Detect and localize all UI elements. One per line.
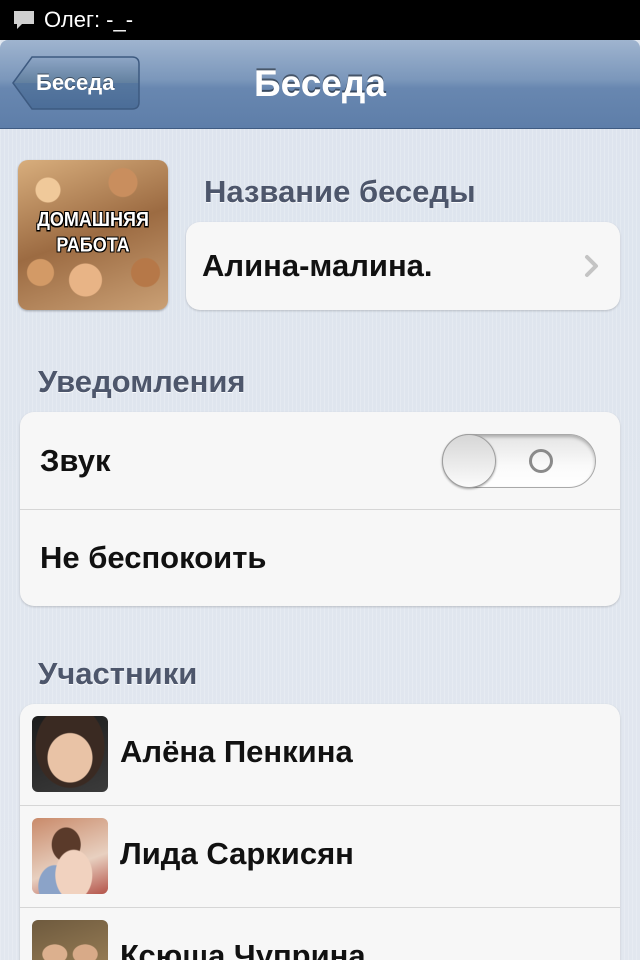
- page-title: Беседа: [254, 63, 386, 104]
- member-avatar: [32, 818, 108, 894]
- chevron-right-icon: [584, 254, 600, 283]
- member-avatar: [32, 920, 108, 960]
- member-name: Алёна Пенкина: [120, 734, 353, 769]
- member-row[interactable]: Лида Саркисян: [20, 806, 620, 908]
- sound-label: Звук: [40, 442, 111, 478]
- toggle-knob: [442, 434, 496, 488]
- member-row[interactable]: Ксюша Чуприна: [20, 908, 620, 960]
- status-notification-text: Олег: -_-: [44, 7, 134, 32]
- sound-row: Звук: [20, 412, 620, 510]
- toggle-off-indicator-icon: [529, 449, 553, 473]
- sound-toggle[interactable]: [442, 434, 596, 488]
- chat-name-value: Алина-малина.: [202, 248, 433, 283]
- member-name: Ксюша Чуприна: [120, 938, 366, 960]
- chat-avatar-caption: ДОМАШНЯЯ РАБОТА: [37, 207, 149, 257]
- do-not-disturb-row[interactable]: Не беспокоить: [20, 510, 620, 606]
- member-row[interactable]: Алёна Пенкина: [20, 704, 620, 806]
- notifications-section-label: Уведомления: [38, 364, 246, 399]
- chat-name-row[interactable]: Алина-малина.: [186, 222, 620, 310]
- status-bar: Олег: -_-: [0, 0, 640, 40]
- notifications-card: Звук Не беспокоить: [20, 412, 620, 606]
- chat-name-section-label: Название беседы: [204, 174, 476, 209]
- member-name: Лида Саркисян: [120, 836, 354, 871]
- members-section-label: Участники: [38, 656, 198, 691]
- chat-avatar[interactable]: ДОМАШНЯЯ РАБОТА: [18, 160, 168, 310]
- chat-bubble-icon: [12, 9, 36, 31]
- members-card: Алёна Пенкина Лида Саркисян Ксюша Чуприн…: [20, 704, 620, 960]
- navigation-bar: Беседа Беседа: [0, 40, 640, 129]
- member-avatar: [32, 716, 108, 792]
- do-not-disturb-label: Не беспокоить: [40, 540, 267, 575]
- chat-name-card[interactable]: Алина-малина.: [186, 222, 620, 310]
